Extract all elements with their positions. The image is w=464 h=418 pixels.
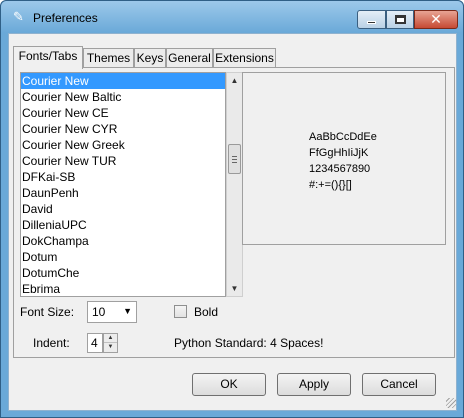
tab-themes[interactable]: Themes (83, 48, 134, 68)
font-list-item[interactable]: DotumChe (21, 265, 225, 281)
fonts-tabs-panel: Courier New Courier New Baltic Courier N… (13, 67, 455, 358)
spin-up-icon[interactable]: ▲ (104, 334, 117, 343)
font-sample-box: AaBbCcDdEe FfGgHhIiJjK 1234567890 #:+=()… (242, 72, 446, 245)
indent-label: Indent: (33, 336, 70, 350)
tab-fonts-tabs[interactable]: Fonts/Tabs (13, 46, 83, 69)
maximize-button[interactable] (386, 10, 414, 29)
sample-line: FfGgHhIiJjK (309, 147, 369, 159)
bold-label: Bold (194, 305, 219, 319)
font-list-item[interactable]: Ebrima (21, 281, 225, 296)
ok-button[interactable]: OK (192, 373, 266, 396)
font-list[interactable]: Courier New Courier New Baltic Courier N… (20, 72, 226, 297)
tab-extensions[interactable]: Extensions (213, 48, 276, 68)
font-list-scrollbar[interactable]: ▲ ▼ (226, 72, 243, 297)
minimize-button[interactable] (357, 10, 386, 29)
font-list-item[interactable]: DaunPenh (21, 185, 225, 201)
close-icon: ✕ (430, 11, 442, 28)
maximize-icon (394, 15, 406, 24)
font-list-item[interactable]: Courier New Baltic (21, 89, 225, 105)
sample-line: 1234567890 (309, 163, 371, 175)
sample-line: AaBbCcDdEe (309, 131, 377, 143)
indent-note: Python Standard: 4 Spaces! (174, 336, 324, 350)
minimize-icon (367, 21, 376, 24)
sample-line: #:+=(){}[] (309, 179, 352, 191)
indent-input[interactable]: 4 (87, 333, 103, 353)
feather-icon: ✎ (13, 9, 24, 24)
font-size-select[interactable]: 10 ▼ (87, 301, 137, 323)
font-size-label: Font Size: (20, 305, 75, 319)
scroll-up-arrow-icon[interactable]: ▲ (227, 73, 242, 88)
preferences-window: ✎ Preferences ✕ Fonts/Tabs Themes Keys G… (0, 0, 464, 418)
font-list-item[interactable]: DilleniaUPC (21, 217, 225, 233)
close-button[interactable]: ✕ (414, 10, 458, 29)
grip-line (232, 159, 237, 160)
dropdown-arrow-icon: ▼ (123, 306, 132, 316)
bold-checkbox[interactable] (174, 305, 187, 318)
font-list-item[interactable]: Courier New Greek (21, 137, 225, 153)
dialog-body: Fonts/Tabs Themes Keys General Extension… (8, 33, 457, 411)
font-list-item[interactable]: DokChampa (21, 233, 225, 249)
font-sample-text: AaBbCcDdEe FfGgHhIiJjK 1234567890 #:+=()… (309, 129, 377, 193)
scroll-down-arrow-icon[interactable]: ▼ (227, 281, 242, 296)
apply-button[interactable]: Apply (277, 373, 351, 396)
window-title: Preferences (33, 11, 98, 25)
grip-line (232, 162, 237, 163)
tab-keys[interactable]: Keys (134, 48, 166, 68)
font-size-value: 10 (92, 305, 106, 319)
resize-grip[interactable] (446, 398, 456, 408)
font-list-item[interactable]: Dotum (21, 249, 225, 265)
font-list-item[interactable]: Courier New CYR (21, 121, 225, 137)
font-list-item[interactable]: Courier New TUR (21, 153, 225, 169)
scrollbar-thumb[interactable] (228, 144, 241, 174)
font-list-item[interactable]: David (21, 201, 225, 217)
grip-line (232, 156, 237, 157)
indent-value: 4 (91, 336, 98, 350)
button-row: OK Apply Cancel (9, 358, 458, 410)
tab-general[interactable]: General (166, 48, 213, 68)
indent-spinner[interactable]: ▲ ▼ (103, 333, 118, 353)
title-bar[interactable]: ✎ Preferences ✕ (1, 1, 463, 33)
spin-down-icon[interactable]: ▼ (104, 343, 117, 352)
font-list-item[interactable]: DFKai-SB (21, 169, 225, 185)
font-list-item[interactable]: Courier New (21, 73, 225, 89)
font-list-item[interactable]: Courier New CE (21, 105, 225, 121)
cancel-button[interactable]: Cancel (362, 373, 436, 396)
